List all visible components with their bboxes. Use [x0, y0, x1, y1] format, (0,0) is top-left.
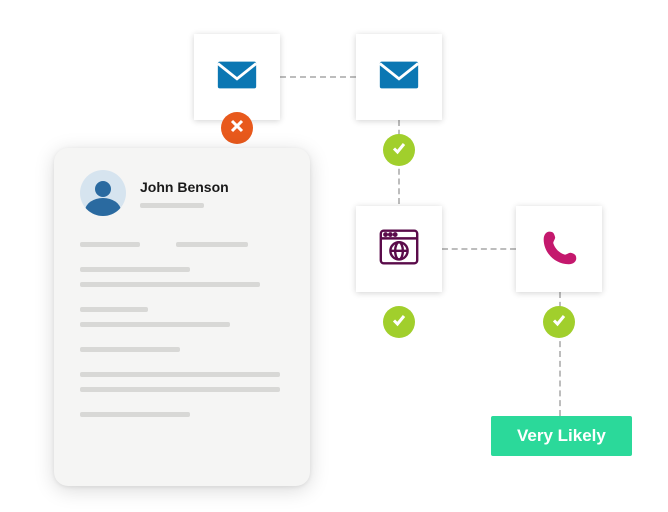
node-email-2 [356, 34, 442, 120]
status-ok-badge [543, 306, 575, 338]
result-label: Very Likely [517, 426, 606, 445]
placeholder-line [80, 347, 180, 352]
status-fail-badge [221, 112, 253, 144]
node-email-1 [194, 34, 280, 120]
mail-icon [376, 52, 422, 103]
placeholder-line [80, 282, 260, 287]
document-card: John Benson [54, 148, 310, 486]
connector-email1-email2 [280, 76, 356, 78]
placeholder-line [80, 242, 140, 247]
close-icon [229, 118, 245, 139]
placeholder-line [140, 203, 204, 208]
placeholder-line [80, 387, 280, 392]
check-icon [551, 312, 567, 333]
check-icon [391, 140, 407, 161]
phone-icon [536, 224, 582, 275]
placeholder-line [80, 307, 148, 312]
node-phone [516, 206, 602, 292]
node-web [356, 206, 442, 292]
avatar [80, 170, 126, 216]
connector-web-phone [442, 248, 516, 250]
result-pill: Very Likely [491, 416, 632, 456]
placeholder-line [80, 322, 230, 327]
contact-name: John Benson [140, 179, 229, 195]
mail-icon [214, 52, 260, 103]
status-ok-badge [383, 306, 415, 338]
browser-globe-icon [376, 224, 422, 275]
placeholder-line [80, 372, 280, 377]
document-body [80, 242, 284, 417]
placeholder-line [80, 267, 190, 272]
placeholder-line [80, 412, 190, 417]
status-ok-badge [383, 134, 415, 166]
placeholder-line [176, 242, 248, 247]
check-icon [391, 312, 407, 333]
